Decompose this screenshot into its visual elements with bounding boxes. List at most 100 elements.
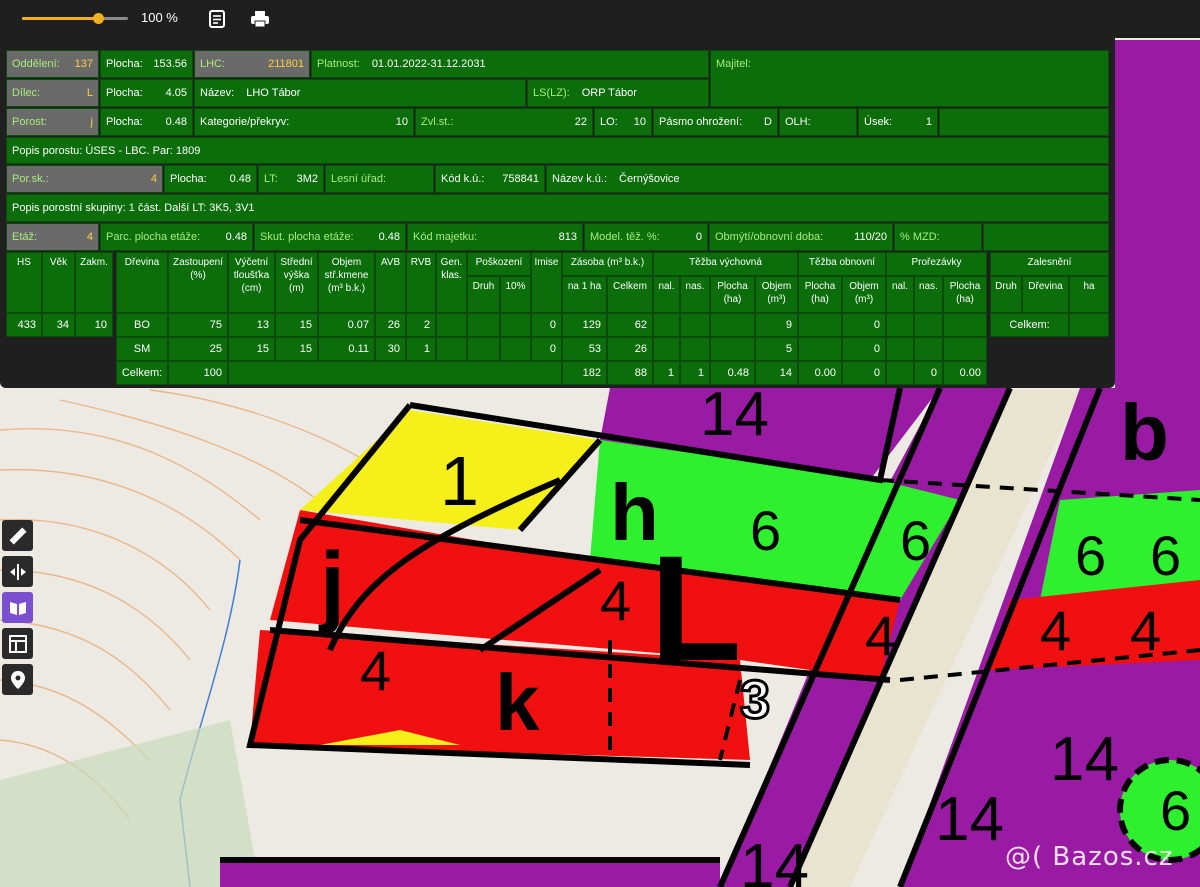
print-icon[interactable] [250,9,270,29]
split-icon[interactable] [2,556,33,587]
col-rvb: RVB [406,252,436,313]
ha-header: ha [1083,281,1095,292]
col-objem: Objem stř.kmene (m³ b.k.) [318,252,375,313]
svg-text:6: 6 [1150,524,1181,587]
cell-tv_obj: 5 [755,337,798,361]
vycetni-header: Výčetní tloušťka (cm) [233,257,270,294]
col-stredni: Střední výška (m) [275,252,318,313]
cell-empty [680,313,710,337]
ls-value: ORP Tábor [581,87,637,99]
cell-to_obj: 0 [842,313,886,337]
zoom-slider-handle[interactable] [93,13,105,24]
total-to-objem: 0 [842,361,886,385]
kod-majetku-cell: Kód majetku: 813 [407,223,583,251]
lo-label: LO: [600,116,618,128]
cell-celkem: 26 [607,337,653,361]
ruler-icon[interactable] [2,520,33,551]
svg-text:4: 4 [600,569,631,632]
col-zal-drevina: Dřevina [1022,276,1069,313]
hs-value: 433 [6,313,42,337]
svg-text:3: 3 [740,670,770,730]
total-celkem: 88 [607,361,653,385]
svg-text:4: 4 [865,604,896,667]
map-book-icon[interactable] [2,592,33,623]
pasmo-value: D [764,116,772,128]
model-tez-value: 0 [695,231,702,243]
zvl-cell: Zvl.st.: 22 [415,108,593,136]
lhc-cell: LHC: 211801 [194,50,310,78]
svg-text:4: 4 [1040,599,1071,662]
cell-empty [467,337,500,361]
svg-text:L: L [650,524,742,692]
plocha-ha-header: Plocha (ha) [717,281,748,305]
druh-header: Druh [472,281,495,292]
pasmo-cell: Pásmo ohrožení: D [653,108,778,136]
layout-icon[interactable] [2,628,33,659]
lesni-urad-cell: Lesní úřad: [325,165,434,193]
svg-text:6: 6 [750,499,781,562]
popis-porostu-text: Popis porostu: ÚSES - LBC. Par: 1809 [12,144,201,157]
plocha-label: Plocha: [170,173,207,185]
model-tez-cell: Model. těž. %: 0 [584,223,708,251]
watermark: @( Bazos.cz [1005,842,1174,872]
top-toolbar: 100 % [0,0,1200,38]
nal-header: nal. [658,281,675,292]
parc-plocha-label: Parc. plocha etáže: [106,231,201,243]
notes-icon[interactable] [207,9,227,29]
col-pr-nas: nas. [914,276,943,313]
location-pin-icon[interactable] [2,664,33,695]
cell-tv_obj: 9 [755,313,798,337]
nazev-label: Název: [200,87,235,99]
cell-empty [500,313,531,337]
total-pr-plocha: 0.00 [943,361,987,385]
zoom-slider[interactable] [22,13,128,24]
usek-label: Úsek: [864,116,893,128]
porsk-value: 4 [150,173,157,185]
zasoba-header: Zásoba (m³ b.k.) [570,257,645,268]
nazev-ku-cell: Název k.ú.: Černýšovice [546,165,1109,193]
parc-plocha-value: 0.48 [225,231,247,243]
plocha-label: Plocha: [106,116,143,128]
objem-m3-header: Objem (m³) [761,281,792,305]
col-vek: Věk [42,252,75,313]
usek-cell: Úsek: 1 [858,108,938,136]
cell-obj: 0.07 [318,313,375,337]
svg-text:j: j [318,535,345,635]
cell-imise: 0 [531,313,562,337]
nazev-value: LHO Tábor [246,87,301,99]
svg-text:4: 4 [360,639,391,702]
imise-header: Imise [534,257,559,268]
popis-skupiny-cell: Popis porostní skupiny: 1 část. Další LT… [6,194,1109,222]
empty-cell [983,223,1109,251]
platnost-value: 01.01.2022-31.12.2031 [371,58,486,70]
stredni-header: Střední výška (m) [280,257,313,294]
celkem-header: Celkem [613,281,647,292]
mzd-label: % MZD: [900,231,940,243]
porost-value: j [90,116,93,128]
druh-header: Druh [995,281,1017,292]
obmyti-value: 110/20 [854,231,887,243]
cell-empty [500,337,531,361]
col-tezba-vychovna: Těžba výchovná [653,252,798,276]
zoom-label: 100 % [141,10,178,25]
col-imise: Imise [531,252,562,313]
cell-rvb: 1 [406,337,436,361]
nal-header: nal. [891,281,909,292]
plocha-porsk-cell: Plocha: 0.48 [164,165,257,193]
col-celkem: Celkem [607,276,653,313]
majitel-label: Majitel: [716,58,751,70]
cell-empty [914,313,943,337]
kod-ku-cell: Kód k.ú.: 758841 [435,165,545,193]
tezba-obnovni-header: Těžba obnovní [808,257,876,268]
avb-header: AVB [380,257,401,268]
col-zakm: Zakm. [75,252,113,313]
total-pr-nas: 0 [914,361,943,385]
total-tv-objem: 14 [755,361,798,385]
cell-empty [467,313,500,337]
col-tezba-obnovni: Těžba obnovní [798,252,886,276]
zastoupeni-header: Zastoupení (%) [172,257,224,281]
hs-header: HS [17,257,31,268]
cell-empty [914,337,943,361]
cell-empty [653,313,680,337]
pasmo-label: Pásmo ohrožení: [659,116,743,128]
